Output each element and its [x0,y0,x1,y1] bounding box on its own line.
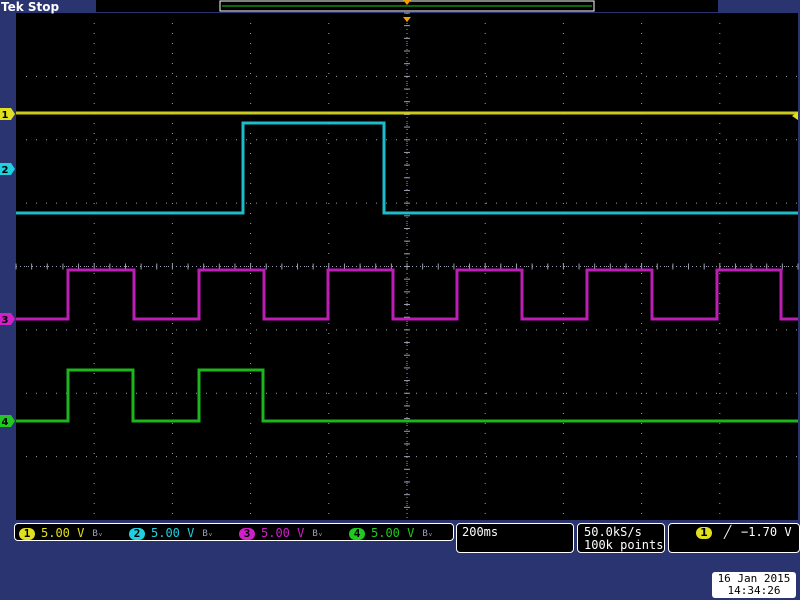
trigger-box[interactable]: 1 ╱ −1.70 V [668,523,800,553]
record-length: 100k points [584,538,664,552]
oscilloscope-screen: 1 2 3 4 [0,0,799,520]
bandwidth-limit-icon: Bᵥ [312,528,324,539]
rising-edge-icon: ╱ [724,525,732,539]
ch2-scale: 5.00 V [151,526,195,540]
ch1-scale: 5.00 V [41,526,85,540]
acquisition-status: Tek Stop [1,0,60,14]
channel-readout-bar[interactable]: 1 5.00 V Bᵥ 2 5.00 V Bᵥ 3 5.00 V Bᵥ 4 5.00 V Bᵥ [14,523,454,541]
ch4-scale: 5.00 V [371,526,415,540]
bandwidth-limit-icon: Bᵥ [422,528,434,539]
ch2-readout[interactable]: 2 5.00 V Bᵥ [129,524,213,542]
ch3-readout[interactable]: 3 5.00 V Bᵥ [239,524,323,542]
ch1-badge: 1 [19,527,35,540]
sample-rate: 50.0kS/s [584,525,642,539]
ch2-badge: 2 [129,527,145,540]
ch1-ground-marker-icon-label: 1 [2,110,9,121]
ch3-ground-marker-icon-label: 3 [2,315,9,326]
time: 14:34:26 [727,584,781,597]
timebase-box[interactable]: 200ms [456,523,574,553]
ch2-ground-marker-icon-label: 2 [2,165,9,176]
trigger-level: −1.70 V [741,525,792,539]
ch1-readout[interactable]: 1 5.00 V Bᵥ [19,524,103,542]
bandwidth-limit-icon: Bᵥ [202,528,214,539]
ch3-badge: 3 [239,527,255,540]
ch4-readout[interactable]: 4 5.00 V Bᵥ [349,524,433,542]
ch4-ground-marker-icon-label: 4 [2,417,9,428]
bandwidth-limit-icon: Bᵥ [92,528,104,539]
ch4-badge: 4 [349,527,365,540]
trigger-source-badge: 1 [696,527,712,539]
timebase-value: 200ms [462,525,499,539]
ch3-scale: 5.00 V [261,526,305,540]
date-time-display: 16 Jan 2015 14:34:26 [712,572,796,598]
acquisition-box[interactable]: 50.0kS/s 100k points [577,523,665,553]
